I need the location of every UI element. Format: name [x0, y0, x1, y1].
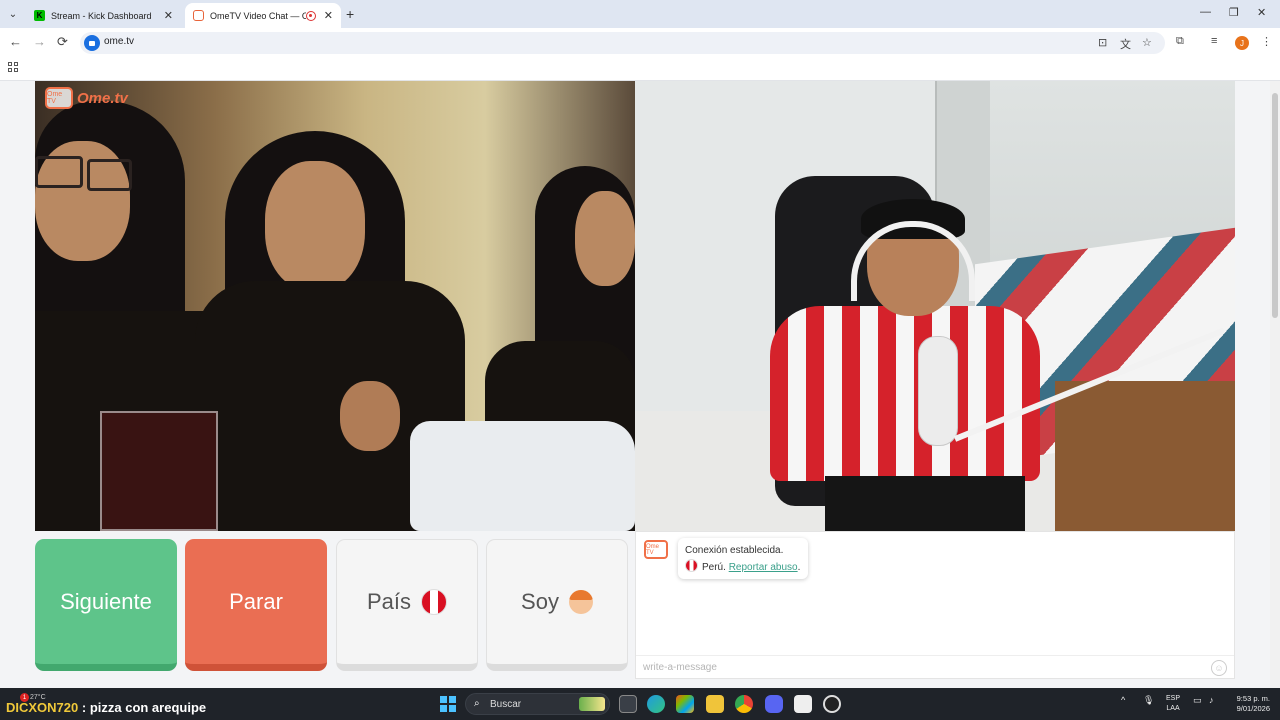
search-icon: ⌕ — [474, 698, 480, 709]
country-name: Perú. — [702, 562, 726, 573]
chat-panel: Ome TV Conexión establecida. Perú. Repor… — [635, 531, 1235, 679]
profile-avatar[interactable]: J — [1235, 36, 1249, 50]
reload-button[interactable]: ⟳ — [57, 34, 68, 50]
tab-kick-dashboard[interactable]: K Stream - Kick Dashboard ✕ — [26, 3, 181, 28]
network-icon[interactable]: ▭ — [1193, 695, 1202, 706]
maximize-button[interactable]: ❐ — [1229, 6, 1239, 19]
search-highlight-image — [579, 697, 605, 711]
striped-jersey — [770, 306, 1040, 481]
country-line: Perú. Reportar abuso. — [685, 559, 801, 576]
tab-title: Stream - Kick Dashboard — [51, 10, 152, 21]
chrome-icon[interactable] — [735, 695, 753, 713]
windows-start-icon[interactable] — [440, 696, 456, 712]
stranger-video: Ome TV Ome.tv — [35, 81, 635, 531]
new-tab-button[interactable]: + — [346, 6, 354, 22]
close-icon[interactable]: ✕ — [324, 9, 333, 22]
country-button[interactable]: País — [336, 539, 478, 671]
bookmarks-bar — [0, 57, 1280, 81]
clock-time: 9:53 p. m. — [1236, 694, 1270, 703]
translate-icon[interactable]: 文 — [1120, 36, 1131, 52]
next-button[interactable]: Siguiente — [35, 539, 177, 671]
volume-icon[interactable]: ♪ — [1209, 695, 1214, 705]
language-indicator[interactable]: ESP LAA — [1166, 694, 1180, 714]
edge-icon[interactable] — [647, 695, 665, 713]
overlay-username: DICXON720 — [6, 700, 79, 715]
menu-kebab-icon[interactable]: ⋮ — [1261, 35, 1272, 48]
ometv-page: Ome TV Ome.tv Siguiente Parar País Soy O… — [0, 81, 1270, 688]
self-video — [635, 81, 1235, 531]
paper-bag — [410, 421, 635, 531]
logo-text: Ome.tv — [77, 89, 128, 107]
scroll-thumb[interactable] — [1272, 93, 1278, 318]
close-window-button[interactable]: ✕ — [1257, 6, 1266, 19]
next-label: Siguiente — [60, 588, 152, 614]
windows-taskbar: 1 27°C DICXON720 : pizza con arequipe ⌕ … — [0, 688, 1280, 720]
peru-flag-icon — [421, 589, 448, 615]
ometv-logo: Ome TV Ome.tv — [45, 87, 128, 109]
ometv-icon — [193, 10, 204, 21]
country-label: País — [366, 589, 412, 614]
taskbar-search[interactable]: ⌕ Buscar — [465, 693, 610, 715]
media-controls-icon[interactable]: ≡ — [1211, 35, 1217, 47]
clock-date: 9/01/2026 — [1236, 704, 1270, 713]
bookmark-star-icon[interactable]: ☆ — [1142, 36, 1152, 49]
microphone — [918, 336, 958, 446]
copilot-icon[interactable] — [676, 695, 694, 713]
message-placeholder: write-a-message — [643, 662, 717, 673]
obs-icon[interactable] — [823, 695, 841, 713]
boy-icon — [568, 590, 593, 614]
stream-chat-overlay: DICXON720 : pizza con arequipe — [6, 700, 206, 715]
page-scrollbar[interactable] — [1270, 81, 1280, 688]
recording-icon — [305, 10, 316, 21]
tab-title: OmeTV Video Chat — Ome — [210, 10, 306, 21]
address-bar[interactable]: ome.tv ⊡ 文 ☆ — [80, 32, 1165, 54]
shorts — [825, 476, 1025, 531]
language-code: ESP — [1166, 695, 1181, 702]
discord-icon[interactable] — [765, 695, 783, 713]
browser-toolbar: ← → ⟳ ome.tv ⊡ 文 ☆ ⧉ ≡ J ⋮ — [0, 28, 1280, 57]
ometv-tv-icon: Ome TV — [45, 87, 73, 109]
microphone-icon[interactable]: 🎙 — [1143, 695, 1154, 706]
bed-frame — [1055, 381, 1235, 531]
keyboard-layout: LAA — [1166, 705, 1180, 712]
back-button[interactable]: ← — [9, 34, 22, 49]
message-input[interactable]: write-a-message ☺ — [636, 655, 1234, 679]
gender-button[interactable]: Soy — [486, 539, 628, 671]
overlay-message: : pizza con arequipe — [81, 700, 207, 715]
search-label: Buscar — [490, 699, 522, 710]
close-icon[interactable]: ✕ — [164, 9, 173, 22]
minimize-button[interactable]: — — [1200, 6, 1211, 18]
file-explorer-icon[interactable] — [706, 695, 724, 713]
extensions-icon[interactable]: ⧉ — [1176, 35, 1184, 48]
emoji-icon[interactable]: ☺ — [1211, 660, 1227, 676]
install-app-icon[interactable]: ⊡ — [1098, 36, 1107, 49]
drink-glass — [100, 411, 218, 531]
site-info-icon[interactable] — [84, 35, 100, 51]
tab-search-chevron-icon[interactable]: ⌄ — [4, 5, 22, 23]
kick-icon: K — [34, 10, 45, 21]
capcut-icon[interactable] — [794, 695, 812, 713]
report-abuse-link[interactable]: Reportar abuso — [729, 562, 798, 573]
forward-button[interactable]: → — [33, 34, 46, 49]
gender-label: Soy — [521, 589, 559, 614]
task-view-icon[interactable] — [619, 695, 637, 713]
report-suffix: . — [797, 562, 801, 573]
peru-flag-icon — [685, 559, 698, 572]
tray-chevron-icon[interactable]: ^ — [1121, 695, 1125, 705]
connection-status: Conexión establecida. — [685, 545, 784, 556]
system-message: Conexión establecida. Perú. Reportar abu… — [678, 538, 808, 579]
url-text: ome.tv — [104, 36, 135, 47]
ometv-avatar-icon: Ome TV — [644, 540, 668, 559]
stop-button[interactable]: Parar — [185, 539, 327, 671]
stop-label: Parar — [229, 588, 283, 614]
tab-ometv[interactable]: OmeTV Video Chat — Ome ✕ — [185, 3, 341, 28]
system-clock[interactable]: 9:53 p. m. 9/01/2026 — [1228, 694, 1270, 714]
browser-tab-strip: ⌄ K Stream - Kick Dashboard ✕ OmeTV Vide… — [0, 0, 1280, 28]
apps-grid-icon[interactable] — [8, 62, 18, 72]
